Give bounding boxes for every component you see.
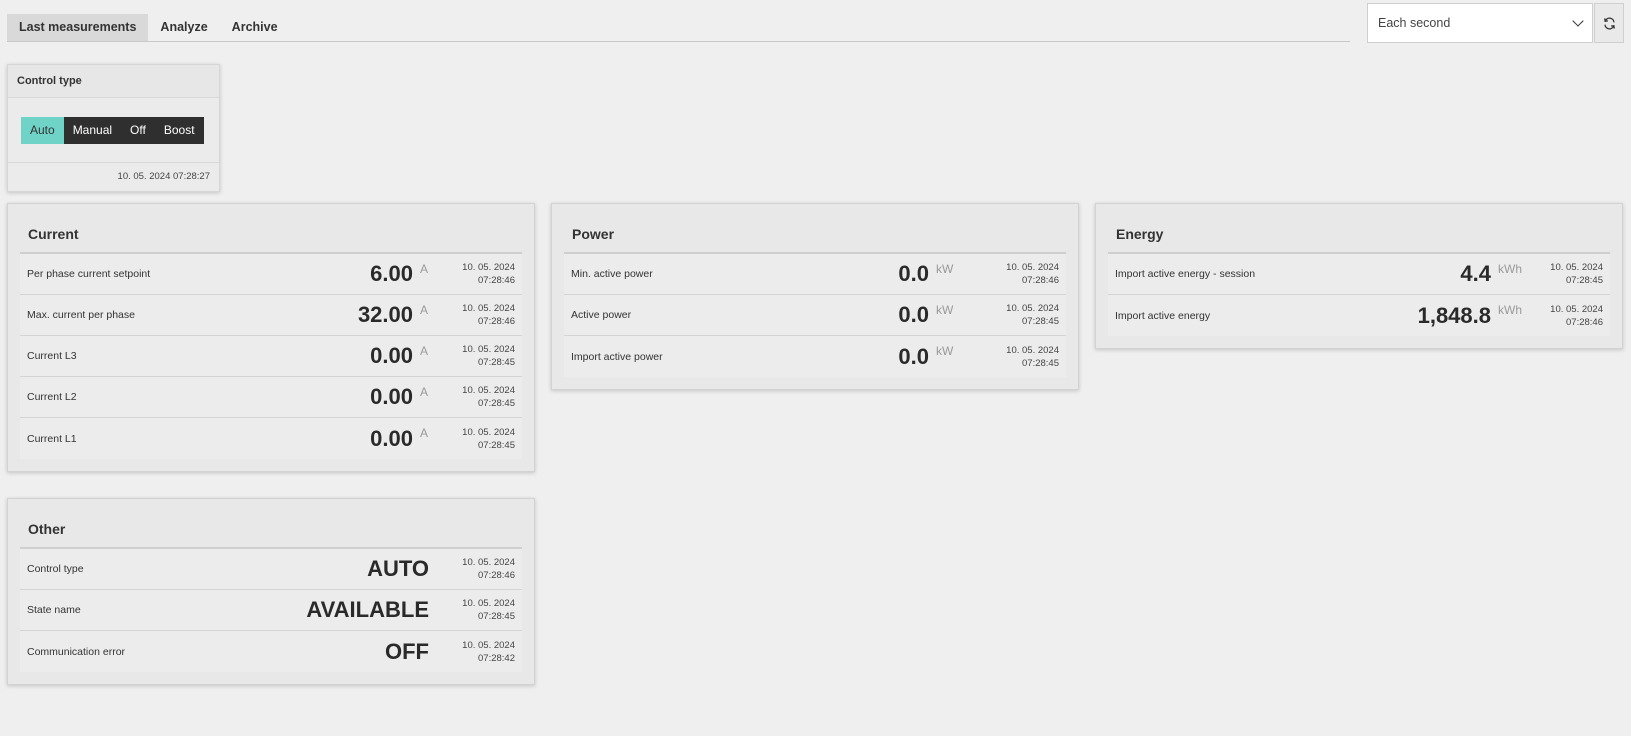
control-type-selector: Auto Manual Off Boost (21, 116, 204, 144)
measurement-timestamp: 10. 05. 2024 07:28:45 (1550, 262, 1603, 286)
current-panel: Current Per phase current setpoint 6.00 … (7, 203, 535, 472)
measurement-value: 32.00 (357, 302, 413, 327)
measurement-label: Communication error (27, 645, 126, 658)
interval-select[interactable]: Each second (1367, 3, 1593, 43)
measurement-label: State name (27, 604, 81, 616)
panel-title: Energy (1108, 204, 1610, 254)
measurement-timestamp: 10. 05. 2024 07:28:45 (1006, 303, 1059, 327)
control-type-title: Control type (8, 65, 219, 98)
tab-analyze[interactable]: Analyze (148, 14, 219, 41)
measurement-label: Active power (571, 309, 632, 321)
measurement-row: Min. active power 0.0 kW 10. 05. 2024 07:… (564, 254, 1066, 295)
measurement-timestamp: 10. 05. 2024 07:28:46 (462, 303, 515, 327)
power-panel: Power Min. active power 0.0 kW 10. 05. 2… (551, 203, 1079, 390)
measurement-value: OFF (385, 638, 429, 664)
measurement-label: Import active energy - session (1115, 268, 1256, 280)
measurement-unit: A (420, 262, 429, 276)
measurement-row: Current L1 0.00 A 10. 05. 2024 07:28:45 (20, 418, 522, 459)
measurement-row: Control type AUTO 10. 05. 2024 07:28:46 (20, 549, 522, 590)
measurement-label: Min. active power (571, 268, 653, 280)
measurement-row: Per phase current setpoint 6.00 A 10. 05… (20, 254, 522, 295)
measurement-timestamp: 10. 05. 2024 07:28:46 (462, 262, 515, 286)
control-off-button[interactable]: Off (121, 116, 155, 144)
chevron-down-icon (1572, 15, 1584, 27)
panel-title: Current (20, 204, 522, 254)
measurement-label: Current L1 (27, 432, 77, 445)
measurement-value: AUTO (367, 556, 429, 581)
measurement-row: Active power 0.0 kW 10. 05. 2024 07:28:45 (564, 295, 1066, 336)
measurement-unit: kW (936, 344, 954, 358)
measurement-timestamp: 10. 05. 2024 07:28:45 (1006, 344, 1059, 369)
tab-last-measurements[interactable]: Last measurements (7, 14, 149, 41)
tab-bar: Last measurements Analyze Archive (7, 14, 1350, 42)
control-auto-button[interactable]: Auto (21, 116, 64, 144)
energy-panel: Energy Import active energy - session 4.… (1095, 203, 1623, 349)
refresh-button[interactable] (1594, 3, 1624, 43)
other-panel: Other Control type AUTO 10. 05. 2024 07:2… (7, 498, 535, 685)
measurement-row: State name AVAILABLE 10. 05. 2024 07:28:4… (20, 590, 522, 631)
measurement-value: 0.00 (370, 384, 413, 409)
measurement-unit: kW (936, 262, 954, 276)
measurement-value: 1,848.8 (1417, 302, 1491, 328)
measurement-timestamp: 10. 05. 2024 07:28:45 (462, 426, 515, 451)
measurement-row: Current L3 0.00 A 10. 05. 2024 07:28:45 (20, 336, 522, 377)
measurement-label: Per phase current setpoint (27, 268, 151, 280)
measurement-unit: A (420, 385, 429, 399)
measurement-value: 0.0 (898, 343, 929, 369)
measurement-label: Current L2 (27, 391, 77, 403)
measurement-unit: kWh (1498, 303, 1522, 317)
control-boost-button[interactable]: Boost (154, 116, 204, 144)
measurement-value: 0.00 (370, 425, 413, 451)
measurement-value: 0.0 (898, 302, 929, 327)
measurement-label: Current L3 (27, 350, 77, 362)
tab-archive[interactable]: Archive (220, 14, 290, 41)
control-type-timestamp: 10. 05. 2024 07:28:27 (117, 171, 210, 182)
measurement-timestamp: 10. 05. 2024 07:28:45 (462, 344, 515, 368)
measurement-value: 4.4 (1460, 261, 1491, 286)
measurement-unit: A (420, 303, 429, 317)
measurement-label: Import active energy (1115, 309, 1211, 322)
measurement-row: Current L2 0.00 A 10. 05. 2024 07:28:45 (20, 377, 522, 418)
measurement-unit: kW (936, 303, 954, 317)
measurement-row: Import active energy - session 4.4 kWh 1… (1108, 254, 1610, 295)
measurement-timestamp: 10. 05. 2024 07:28:45 (462, 385, 515, 409)
measurement-timestamp: 10. 05. 2024 07:28:45 (462, 598, 515, 622)
measurement-row: Communication error OFF 10. 05. 2024 07:2… (20, 631, 522, 672)
measurement-timestamp: 10. 05. 2024 07:28:46 (462, 557, 515, 581)
measurement-row: Import active energy 1,848.8 kWh 10. 05.… (1108, 295, 1610, 336)
measurement-label: Control type (27, 563, 84, 575)
measurement-timestamp: 10. 05. 2024 07:28:42 (462, 639, 515, 664)
measurement-value: 0.00 (370, 343, 413, 368)
measurement-value: 6.00 (370, 261, 413, 286)
interval-select-value: Each second (1378, 16, 1451, 30)
measurement-row: Import active power 0.0 kW 10. 05. 2024 0… (564, 336, 1066, 377)
control-type-panel: Control type Auto Manual Off Boost 10. 0… (7, 64, 220, 192)
measurement-unit: A (420, 426, 429, 440)
refresh-icon (1603, 16, 1615, 30)
measurement-timestamp: 10. 05. 2024 07:28:46 (1550, 303, 1603, 328)
measurement-unit: A (420, 344, 429, 358)
panel-title: Other (20, 499, 522, 549)
measurement-label: Max. current per phase (27, 309, 135, 321)
measurement-row: Max. current per phase 32.00 A 10. 05. 2… (20, 295, 522, 336)
measurement-unit: kWh (1498, 262, 1522, 276)
control-manual-button[interactable]: Manual (63, 116, 122, 144)
measurement-timestamp: 10. 05. 2024 07:28:46 (1006, 262, 1059, 286)
measurement-label: Import active power (571, 350, 663, 363)
panel-title: Power (564, 204, 1066, 254)
measurement-value: 0.0 (898, 261, 929, 286)
measurement-value: AVAILABLE (306, 597, 429, 622)
